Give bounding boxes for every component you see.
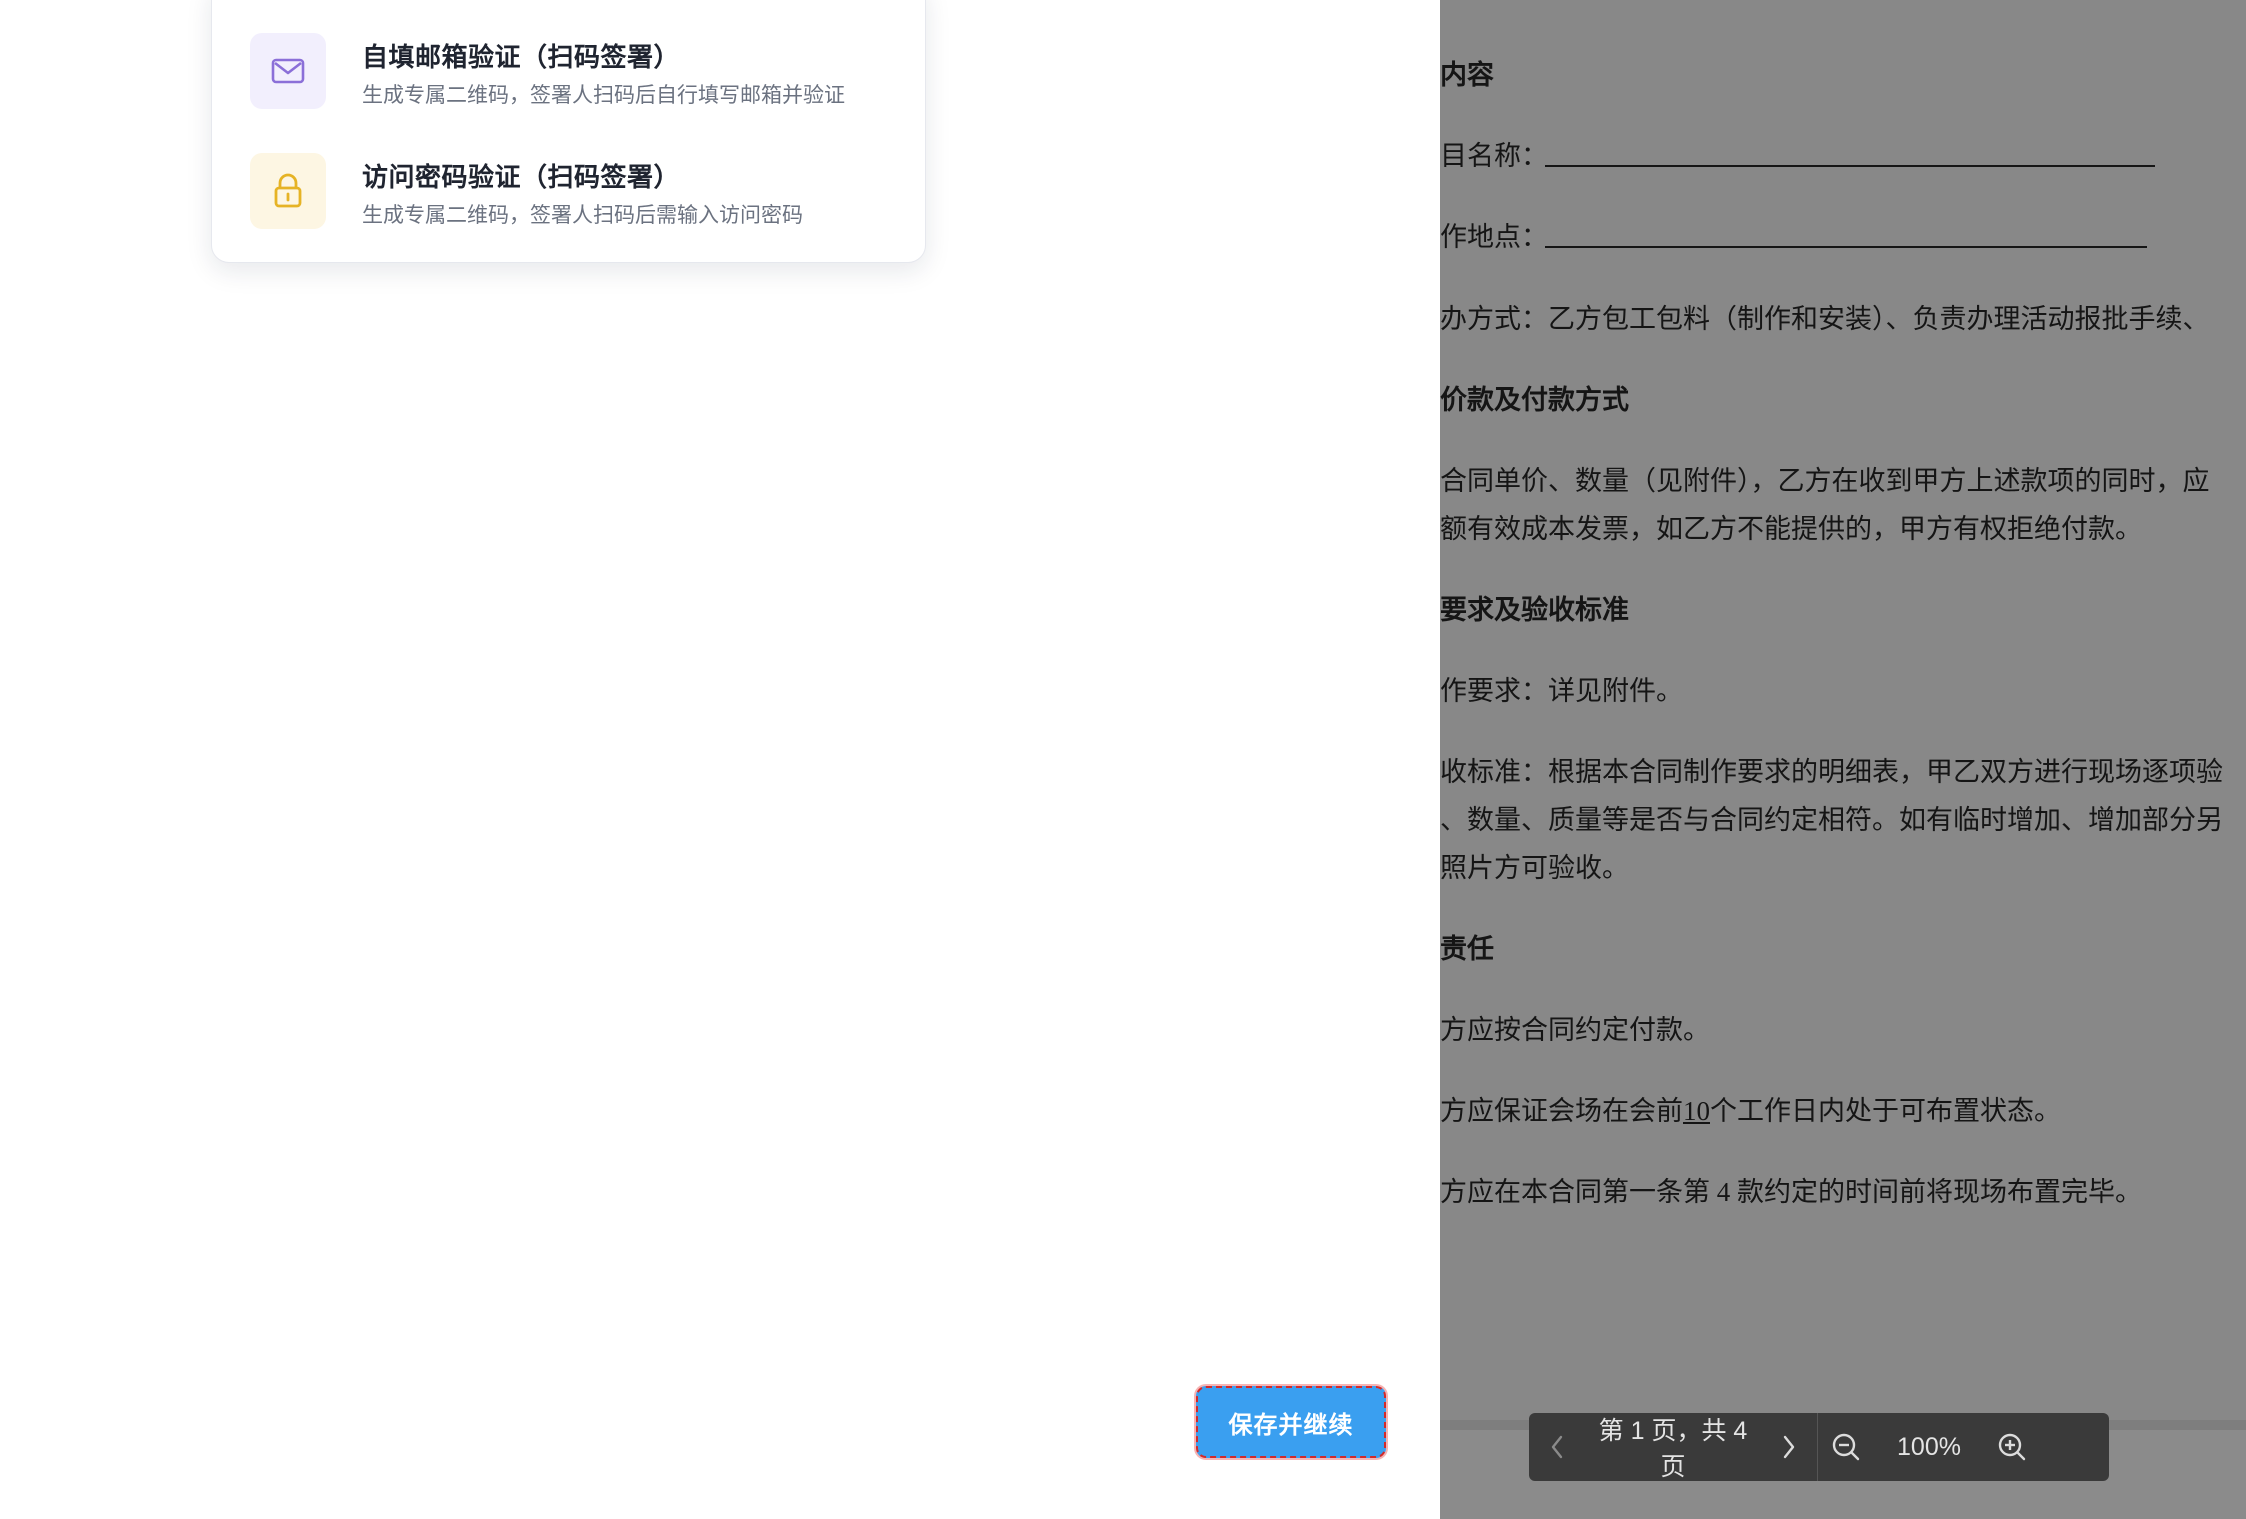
doc-line: 收标准：根据本合同制作要求的明细表，甲乙双方进行现场逐项验	[1440, 757, 2223, 787]
doc-line: 方应在本合同第一条第 4 款约定的时间前将现场布置完毕。	[1440, 1177, 2142, 1207]
zoom-in-icon	[1998, 1433, 2026, 1461]
verification-method-dropdown: 自填邮箱验证（扫码签署） 生成专属二维码，签署人扫码后自行填写邮箱并验证 访问密…	[211, 0, 926, 263]
chevron-left-icon	[1551, 1435, 1563, 1459]
fill-in-blank	[1545, 246, 2147, 248]
previous-page-button[interactable]	[1529, 1413, 1585, 1481]
doc-line: 额有效成本发票，如乙方不能提供的，甲方有权拒绝付款。	[1440, 514, 2142, 544]
zoom-level: 100%	[1897, 1432, 1961, 1461]
zoom-in-button[interactable]	[1984, 1413, 2040, 1481]
signing-settings-panel: 自填邮箱验证（扫码签署） 生成专属二维码，签署人扫码后自行填写邮箱并验证 访问密…	[0, 0, 1440, 1519]
option-description: 生成专属二维码，签署人扫码后需输入访问密码	[362, 204, 803, 227]
doc-line: 作地点：	[1440, 222, 1548, 252]
underlined-value: 10	[1683, 1096, 1710, 1126]
doc-text: 个工作日内处于可布置状态。	[1710, 1096, 2061, 1126]
doc-line: 合同单价、数量（见附件），乙方在收到甲方上述款项的同时，应	[1440, 466, 2210, 496]
doc-line: 作要求：详见附件。	[1440, 676, 1683, 706]
doc-heading: 要求及验收标准	[1440, 595, 1629, 625]
doc-line: 方应按合同约定付款。	[1440, 1015, 1710, 1045]
page-indicator: 第 1 页，共 4 页	[1598, 1417, 1748, 1481]
zoom-out-button[interactable]	[1818, 1413, 1874, 1481]
option-description: 生成专属二维码，签署人扫码后自行填写邮箱并验证	[362, 84, 845, 107]
doc-heading: 内容	[1440, 60, 1494, 90]
doc-text: 方应保证会场在会前	[1440, 1096, 1683, 1126]
option-title: 访问密码验证（扫码签署）	[362, 162, 681, 192]
document-page: 内容 目名称： 作地点： 办方式：乙方包工包料（制作和安装）、负责办理活动报批手…	[1440, 0, 2246, 1430]
doc-heading: 价款及付款方式	[1440, 385, 1629, 415]
chevron-right-icon	[1783, 1435, 1795, 1459]
pdf-viewer-toolbar: 第 1 页，共 4 页 100%	[1529, 1413, 2109, 1481]
doc-heading: 责任	[1440, 934, 1494, 964]
option-title: 自填邮箱验证（扫码签署）	[362, 42, 681, 72]
option-password-verification[interactable]: 访问密码验证（扫码签署） 生成专属二维码，签署人扫码后需输入访问密码	[250, 151, 910, 231]
next-page-button[interactable]	[1761, 1413, 1817, 1481]
save-and-continue-button[interactable]: 保存并继续	[1196, 1386, 1386, 1458]
mail-icon	[250, 33, 326, 109]
zoom-out-icon	[1832, 1433, 1860, 1461]
doc-line: 方应保证会场在会前10个工作日内处于可布置状态。	[1440, 1089, 2061, 1128]
lock-icon	[250, 153, 326, 229]
doc-line: 办方式：乙方包工包料（制作和安装）、负责办理活动报批手续、	[1440, 304, 2210, 334]
doc-line: 目名称：	[1440, 141, 1548, 171]
option-email-verification[interactable]: 自填邮箱验证（扫码签署） 生成专属二维码，签署人扫码后自行填写邮箱并验证	[250, 31, 910, 111]
doc-line: 、数量、质量等是否与合同约定相符。如有临时增加、增加部分另	[1440, 805, 2223, 835]
document-preview-panel: 内容 目名称： 作地点： 办方式：乙方包工包料（制作和安装）、负责办理活动报批手…	[1440, 0, 2246, 1519]
doc-line: 照片方可验收。	[1440, 853, 1629, 883]
fill-in-blank	[1545, 165, 2155, 167]
